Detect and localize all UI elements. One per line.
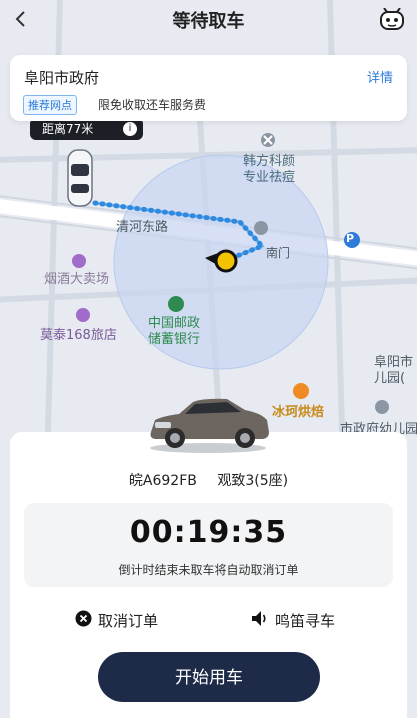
distance-tag: 距离77米 i [30,118,143,140]
map-car-icon [67,149,93,207]
gate-icon [254,221,268,235]
kindergarten-label-2: 儿园( [374,371,406,386]
speaker-icon [251,610,269,631]
bakery-poi-icon [293,383,309,399]
page-title: 等待取车 [172,11,245,32]
vehicle-info: 皖A692FB 观致3(5座) [0,470,417,490]
honk-label: 鸣笛寻车 [275,611,336,630]
bank-label-2: 储蓄银行 [148,332,201,347]
tobacco-label: 烟酒大卖场 [44,272,110,287]
countdown-panel: 00:19:35 倒计时结束未取车将自动取消订单 [24,503,393,587]
recommended-badge: 推荐网点 [23,95,77,115]
bakery-label: 冰珂烘焙 [272,405,325,420]
school-poi-icon [375,400,389,414]
gate-label: 南门 [266,246,291,260]
cancel-order-button[interactable]: 取消订单 [75,609,158,631]
plate-number: 皖A692FB [128,473,197,489]
detail-link[interactable]: 详情 [367,67,393,86]
car-image [143,392,273,454]
hotel-poi-icon [76,308,90,322]
post-office-icon [168,296,184,312]
distance-text: 距离77米 [42,122,94,136]
car-model: 观致3(5座) [217,473,289,489]
hotel-label: 莫泰168旅店 [40,328,117,343]
countdown-timer: 00:19:35 [129,515,288,550]
cancel-order-label: 取消订单 [98,611,159,630]
customer-service-icon[interactable] [379,7,405,32]
close-circle-icon [75,610,92,631]
start-using-car-button[interactable]: 开始用车 [98,652,320,702]
tobacco-poi-icon [72,254,86,268]
parking-label: P [346,232,355,245]
location-note: 限免收取还车服务费 [98,98,207,112]
info-icon: i [123,122,137,136]
cosmetic-sub-label: 专业祛痘 [243,170,296,185]
header-bar: 等待取车 [0,0,417,40]
countdown-note: 倒计时结束未取车将自动取消订单 [118,563,299,577]
location-card[interactable]: 阜阳市政府 详情 推荐网点 限免收取还车服务费 [10,55,407,121]
road-label: 清河东路 [116,220,169,235]
location-name: 阜阳市政府 [24,69,100,87]
honk-button[interactable]: 鸣笛寻车 [251,609,335,631]
